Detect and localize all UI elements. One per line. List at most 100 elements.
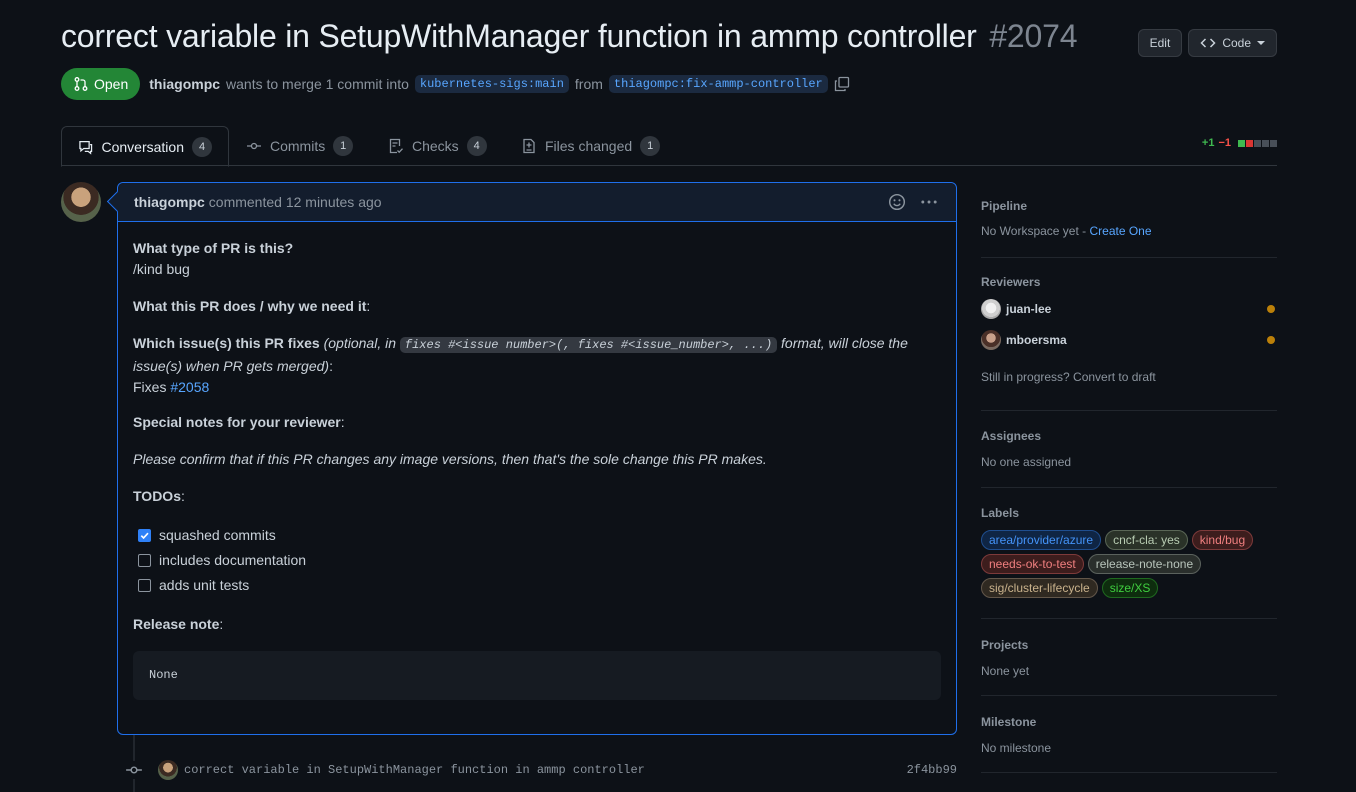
- pending-review-dot: [1267, 336, 1275, 344]
- reviewer-avatar: [981, 330, 1001, 350]
- sidebar-pipeline: Pipeline No Workspace yet - Create One: [981, 182, 1277, 258]
- milestone-title[interactable]: Milestone: [981, 715, 1036, 729]
- todo-label: squashed commits: [159, 527, 276, 543]
- check-icon: [140, 532, 149, 540]
- kebab-horizontal-icon[interactable]: [920, 193, 938, 211]
- comment-header: thiagompc commented 12 minutes ago: [118, 183, 956, 222]
- label-chip[interactable]: release-note-none: [1087, 554, 1202, 574]
- purpose-block: What this PR does / why we need it:: [133, 296, 370, 317]
- commit-sha-link[interactable]: 2f4bb99: [907, 763, 957, 777]
- label-chip[interactable]: cncf-cla: yes: [1105, 530, 1188, 550]
- code-button[interactable]: Code: [1188, 29, 1277, 57]
- smiley-icon[interactable]: [888, 193, 906, 211]
- label-chip[interactable]: area/provider/azure: [981, 530, 1102, 550]
- from-text: from: [574, 76, 603, 92]
- diffstat-blocks: [1238, 139, 1277, 147]
- issue-link[interactable]: #2058: [170, 379, 209, 395]
- todo-checkbox-checked[interactable]: [138, 529, 151, 542]
- additions-count: +1: [1201, 137, 1215, 149]
- fixes-label: Fixes: [133, 379, 167, 395]
- tab-label: Conversation: [101, 138, 185, 155]
- tab-counter: 4: [192, 136, 212, 157]
- tab-counter: 4: [466, 136, 487, 156]
- todo-item: includes documentation: [138, 550, 306, 571]
- issues-format-code: fixes #<issue number>(, fixes #<issue_nu…: [399, 337, 778, 353]
- assignees-title[interactable]: Assignees: [981, 429, 1041, 443]
- copy-icon[interactable]: [834, 76, 850, 92]
- edit-button[interactable]: Edit: [1137, 29, 1183, 57]
- projects-title[interactable]: Projects: [981, 638, 1028, 652]
- pipeline-text-wrap: No Workspace yet - Create One: [981, 224, 1152, 238]
- purpose-heading: What this PR does / why we need it: [133, 298, 367, 314]
- issues-note-a: (optional, in: [323, 335, 396, 351]
- reviewer-avatar: [981, 299, 1001, 319]
- label-chip[interactable]: needs-ok-to-test: [981, 554, 1084, 574]
- notes-colon: :: [340, 414, 345, 430]
- header-actions: Edit Code: [1137, 29, 1277, 57]
- labels-row: area/provider/azure cncf-cla: yes kind/b…: [981, 530, 1254, 550]
- sidebar-labels: Labels area/provider/azure cncf-cla: yes…: [981, 488, 1277, 619]
- release-note-heading: Release note: [133, 616, 220, 632]
- reviewers-title[interactable]: Reviewers: [981, 275, 1040, 289]
- todo-checkbox[interactable]: [138, 554, 151, 567]
- pr-title: correct variable in SetupWithManager fun…: [61, 18, 1078, 55]
- tab-counter: 1: [333, 136, 354, 156]
- reviewer-name: mboersma: [1006, 333, 1067, 347]
- pr-author-link[interactable]: thiagompc: [149, 76, 220, 92]
- label-chip[interactable]: size/XS: [1101, 578, 1159, 598]
- base-branch[interactable]: kubernetes-sigs:main: [414, 75, 569, 93]
- tab-conversation[interactable]: Conversation 4: [61, 126, 229, 167]
- commit-message-link[interactable]: correct variable in SetupWithManager fun…: [184, 763, 645, 777]
- sidebar-reviewers: Reviewers juan-lee mboersma Still in pro…: [981, 258, 1277, 411]
- tab-counter: 1: [640, 136, 661, 156]
- merge-text: wants to merge 1 commit into: [226, 76, 409, 92]
- issues-heading: Which issue(s) this PR fixes: [133, 335, 320, 351]
- milestone-text: No milestone: [981, 741, 1052, 755]
- todo-item: adds unit tests: [138, 575, 249, 596]
- comment-timestamp[interactable]: commented 12 minutes ago: [209, 194, 382, 210]
- tab-checks[interactable]: Checks 4: [372, 126, 503, 166]
- issues-note-b: format, will close the: [781, 335, 908, 351]
- pending-review-dot: [1267, 305, 1275, 313]
- author-avatar[interactable]: [61, 182, 101, 222]
- deletions-count: −1: [1218, 137, 1231, 149]
- pr-description-comment: thiagompc commented 12 minutes ago What …: [117, 182, 957, 735]
- comment-icon: [79, 140, 93, 155]
- todos-heading: TODOs: [133, 488, 181, 504]
- todo-checkbox[interactable]: [138, 579, 151, 592]
- create-workspace-link[interactable]: Create One: [1089, 224, 1151, 238]
- tab-label: Files changed: [545, 138, 633, 154]
- commit-author-avatar[interactable]: [158, 760, 178, 780]
- tab-files-changed[interactable]: Files changed 1: [505, 126, 676, 166]
- pr-tabs: Conversation 4 Commits 1 Checks 4 Files …: [61, 126, 1277, 167]
- label-chip[interactable]: sig/cluster-lifecycle: [981, 578, 1098, 598]
- comment-author-link[interactable]: thiagompc: [134, 194, 205, 210]
- issues-colon: :: [329, 358, 333, 374]
- code-icon: [1200, 38, 1216, 48]
- todos-colon: :: [180, 488, 185, 504]
- assignees-text: No one assigned: [981, 455, 1072, 469]
- head-branch[interactable]: thiagompc:fix-ammp-controller: [608, 75, 828, 93]
- checklist-icon: [389, 138, 403, 154]
- pr-number: #2074: [989, 18, 1078, 54]
- label-chip[interactable]: kind/bug: [1191, 530, 1254, 550]
- file-diff-icon: [523, 138, 535, 154]
- note-text: Please confirm that if this PR changes a…: [133, 451, 767, 467]
- labels-row: needs-ok-to-test release-note-none: [981, 554, 1202, 574]
- tab-commits[interactable]: Commits 1: [230, 126, 369, 166]
- convert-to-draft-link[interactable]: Still in progress? Convert to draft: [981, 370, 1156, 384]
- tab-label: Commits: [270, 138, 326, 154]
- kind-line: /kind bug: [133, 261, 190, 277]
- todos-block: TODOs:: [133, 486, 185, 507]
- reviewer-name: juan-lee: [1006, 302, 1052, 316]
- tab-label: Checks: [412, 138, 459, 154]
- sidebar-assignees: Assignees No one assigned: [981, 411, 1277, 488]
- reviewer-item[interactable]: mboersma: [981, 330, 1277, 350]
- state-label: Open: [94, 76, 129, 92]
- pr-type-heading: What type of PR is this?: [133, 240, 294, 256]
- notes-block: Special notes for your reviewer:: [133, 412, 345, 433]
- labels-title[interactable]: Labels: [981, 506, 1019, 520]
- timeline-commit: correct variable in SetupWithManager fun…: [124, 758, 957, 782]
- reviewer-item[interactable]: juan-lee: [981, 299, 1277, 319]
- sidebar-milestone: Milestone No milestone: [981, 696, 1277, 773]
